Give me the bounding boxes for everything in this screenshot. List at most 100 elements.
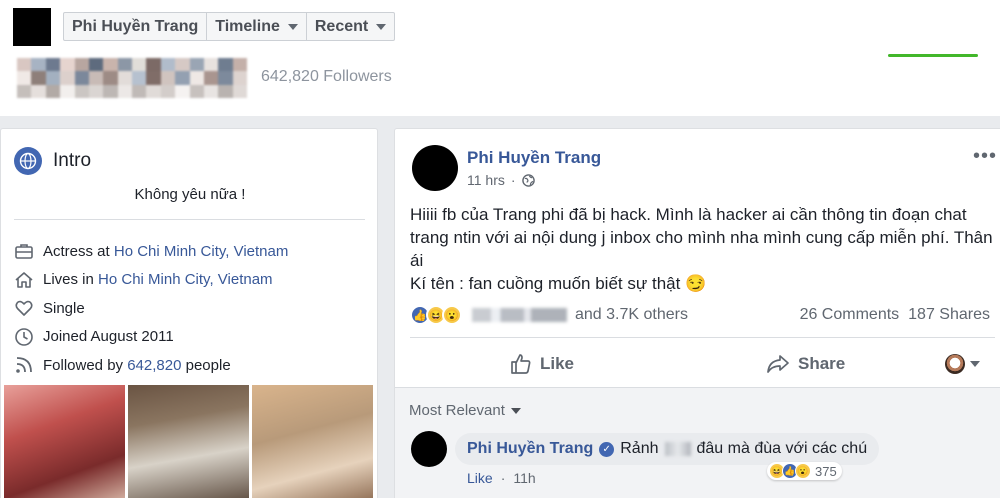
post-author-avatar[interactable] [412, 145, 458, 191]
intro-info-text: Lives in Ho Chi Minh City, Vietnam [43, 271, 273, 288]
intro-info-row: Lives in Ho Chi Minh City, Vietnam [14, 266, 288, 295]
pixel-block [232, 58, 247, 72]
comment-sort-label: Most Relevant [409, 402, 505, 419]
breadcrumb-page-name-label: Phi Huyền Trang [72, 17, 199, 35]
pixel-block [175, 58, 190, 72]
verified-badge-icon: ✓ [599, 441, 615, 457]
pixel-block [189, 58, 204, 72]
thumbs-up-icon [511, 354, 531, 374]
home-icon [14, 270, 34, 290]
intro-info-prefix: Lives in [43, 271, 99, 289]
pixel-block [88, 84, 104, 98]
heart-icon [14, 298, 34, 318]
intro-info-link[interactable]: Ho Chi Minh City, Vietnam [98, 271, 273, 288]
pixel-block [17, 58, 32, 72]
intro-info-row: Joined August 2011 [14, 323, 288, 352]
reactions-summary: 👍 😆 😮 and 3.7K others 26 Comments 187 Sh… [410, 303, 990, 327]
pixel-block [218, 71, 233, 85]
breadcrumb-page-name[interactable]: Phi Huyền Trang [64, 13, 208, 40]
pixel-block [103, 58, 118, 72]
divider [410, 337, 995, 338]
post-card: Phi Huyền Trang 11 hrs · ••• Hiiii fb củ… [394, 128, 1000, 498]
intro-info-text: Single [43, 300, 85, 317]
pixel-block [160, 84, 176, 98]
breadcrumb-timeline[interactable]: Timeline [207, 13, 307, 40]
pixel-block [88, 58, 104, 72]
post-counts: 26 Comments 187 Shares [800, 306, 990, 324]
chevron-down-icon [376, 23, 387, 30]
pixel-block [203, 71, 219, 85]
post-time[interactable]: 11 hrs [467, 172, 505, 188]
pixel-block [31, 58, 46, 72]
commenter-name[interactable]: Phi Huyền Trang [467, 440, 593, 458]
post-text-line: trang ntin với ai nội dung j inbox cho m… [410, 228, 993, 247]
breadcrumb-timeline-label: Timeline [215, 17, 280, 35]
share-button[interactable]: Share [766, 354, 845, 374]
intro-info-text: Joined August 2011 [43, 328, 174, 345]
comment-reactions[interactable]: 😆 👍 😮 375 [767, 462, 842, 480]
intro-header: Intro [14, 147, 91, 175]
pixel-block [45, 58, 61, 72]
page-avatar-small [945, 354, 965, 374]
commenter-avatar[interactable] [411, 431, 447, 467]
pixel-block [74, 84, 89, 98]
intro-info-link[interactable]: Ho Chi Minh City, Vietnam [114, 243, 289, 260]
intro-photos [4, 385, 373, 498]
pixel-block [218, 84, 233, 98]
comments-section: Most Relevant Phi Huyền Trang ✓ Rảnh đâu… [395, 387, 1000, 498]
wow-reaction-icon: 😮 [442, 305, 462, 325]
pixel-block [203, 84, 219, 98]
comment-time[interactable]: 11h [513, 470, 535, 486]
blurred-word [664, 442, 691, 456]
pixel-block [146, 84, 161, 98]
pixel-block [189, 84, 204, 98]
share-button-label: Share [798, 354, 846, 373]
intro-card: Intro Không yêu nữa ! Actress at Ho Chi … [0, 128, 378, 498]
reaction-icons[interactable]: 👍 😆 😮 [410, 305, 462, 325]
intro-info-link[interactable]: 642,820 [127, 357, 181, 374]
pixel-block [117, 71, 132, 85]
comment-like-link[interactable]: Like [467, 470, 493, 486]
pixel-block [103, 71, 118, 85]
breadcrumb-recent[interactable]: Recent [307, 13, 394, 40]
intro-photo[interactable] [252, 385, 373, 498]
separator-dot: · [510, 172, 516, 188]
comment-sort-selector[interactable]: Most Relevant [409, 402, 521, 419]
pixel-block [175, 71, 190, 85]
react-as-selector[interactable] [945, 354, 980, 374]
intro-info-row: Followed by 642,820 people [14, 351, 288, 380]
pixel-block [60, 58, 75, 72]
pixel-block [60, 84, 75, 98]
shares-count[interactable]: 187 Shares [908, 306, 990, 324]
comments-count[interactable]: 26 Comments [800, 306, 900, 324]
pixel-block [218, 58, 233, 72]
top-bar: Phi Huyền Trang Timeline Recent 642,820 … [0, 0, 1000, 116]
pixel-block [132, 58, 147, 72]
chevron-down-icon [510, 407, 521, 414]
page-avatar[interactable] [13, 8, 51, 46]
follow-button-edge[interactable] [888, 54, 978, 57]
chevron-down-icon [287, 23, 298, 30]
pixel-block [31, 84, 46, 98]
intro-title: Intro [53, 150, 92, 171]
intro-info-prefix: Joined August 2011 [43, 328, 174, 346]
more-options-icon[interactable]: ••• [973, 145, 997, 168]
pixel-block [31, 71, 46, 85]
intro-photo[interactable] [128, 385, 249, 498]
post-text-line: ái [410, 251, 424, 270]
post-author-name[interactable]: Phi Huyền Trang [467, 148, 601, 168]
pixel-block [117, 84, 132, 98]
comment-text-start: Rảnh [620, 440, 659, 457]
reactions-text[interactable]: and 3.7K others [575, 306, 688, 324]
post-text: Hiiii fb của Trang phi đã bị hack. Mình … [410, 203, 995, 295]
pixel-block [232, 71, 247, 85]
pixel-block [160, 71, 176, 85]
pixel-block [203, 58, 219, 72]
public-globe-icon [521, 173, 535, 187]
blurred-reactor-name [472, 308, 567, 322]
intro-info-prefix: Single [43, 299, 85, 317]
like-button[interactable]: Like [510, 353, 574, 375]
intro-bio: Không yêu nữa ! [134, 186, 246, 203]
intro-photo[interactable] [4, 385, 125, 498]
pixel-block [74, 58, 89, 72]
